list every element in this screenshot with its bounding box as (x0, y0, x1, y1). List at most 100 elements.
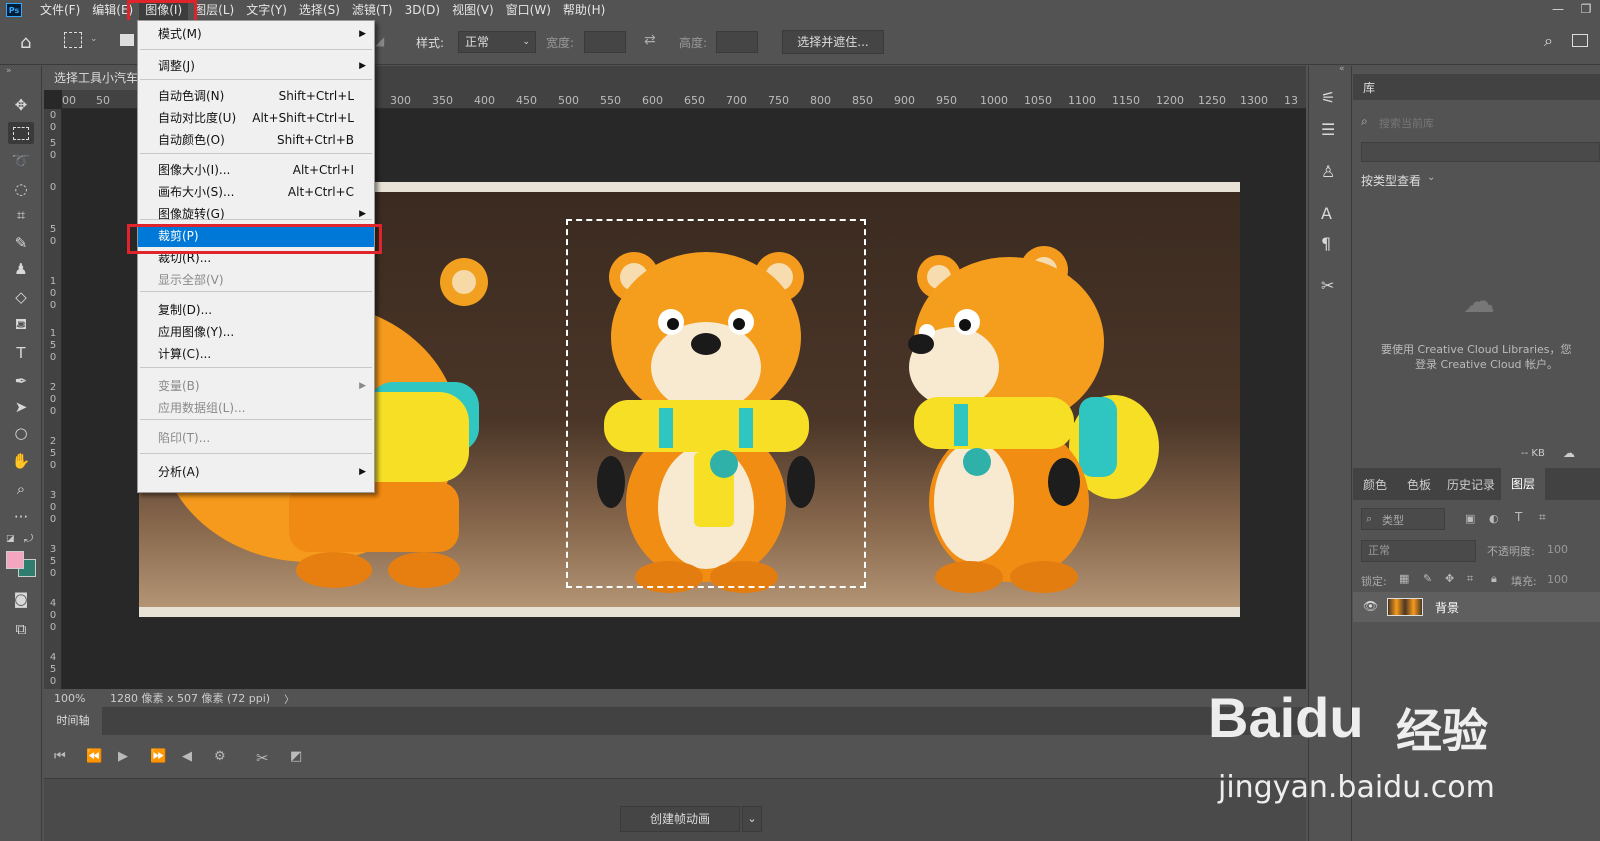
menu-window[interactable]: 窗口(W) (500, 0, 557, 20)
swap-colors-icon[interactable]: ⤾ (24, 532, 33, 546)
menu-help[interactable]: 帮助(H) (557, 0, 611, 20)
workspace-icon[interactable] (1572, 34, 1588, 47)
chevron-down-icon[interactable]: ⌄ (90, 34, 98, 44)
tab-swatches[interactable]: 色板 (1407, 476, 1431, 493)
timeline-tab[interactable]: 时间轴 (44, 707, 102, 735)
layer-filter-select[interactable]: ⌕ 类型 (1361, 508, 1445, 530)
width-field[interactable] (584, 31, 626, 53)
select-and-mask-button[interactable]: 选择并遮住... (782, 30, 884, 54)
chevron-down-icon[interactable]: ⌄ (1427, 172, 1435, 183)
character-icon[interactable]: A (1321, 204, 1332, 223)
lock-brush-icon[interactable]: ✎ (1423, 572, 1432, 585)
menu-select[interactable]: 选择(S) (293, 0, 346, 20)
layer-row[interactable]: 👁︎ 背景 (1353, 592, 1600, 622)
new-selection-icon[interactable] (120, 34, 134, 46)
move-tool-icon[interactable]: ✥ (8, 94, 34, 116)
brush-tool-icon[interactable]: ✎ (8, 232, 34, 254)
quick-mask-icon[interactable]: ◙ (8, 588, 34, 610)
chevron-down-icon[interactable]: ⌄ (742, 806, 762, 832)
path-select-tool-icon[interactable]: ➤ (8, 396, 34, 418)
search-icon[interactable]: ⌕ (1544, 31, 1553, 51)
zoom-level[interactable]: 100% (54, 692, 102, 705)
lock-move-icon[interactable]: ✥ (1445, 572, 1454, 585)
more-tools-icon[interactable]: ··· (8, 506, 34, 528)
menu-item[interactable]: 复制(D)... (138, 299, 374, 321)
paragraph-icon[interactable]: ¶ (1321, 234, 1331, 253)
transition-icon[interactable]: ◩ (290, 749, 302, 764)
menu-file[interactable]: 文件(F) (34, 0, 86, 20)
lock-all-icon[interactable]: 🔒︎ (1491, 572, 1497, 586)
first-frame-icon[interactable]: ⏮ (54, 749, 66, 764)
library-select[interactable] (1361, 142, 1600, 162)
prev-frame-icon[interactable]: ⏪ (86, 749, 102, 764)
tools-icon[interactable]: ✂ (1321, 276, 1334, 295)
type-filter-icon[interactable]: T (1515, 510, 1522, 524)
collapse-icon[interactable]: « (1339, 64, 1345, 74)
visibility-eye-icon[interactable]: 👁︎ (1363, 599, 1378, 613)
menu-item[interactable]: 图像大小(I)... Alt+Ctrl+I (138, 159, 374, 181)
image-filter-icon[interactable]: ▣ (1465, 512, 1475, 525)
hand-tool-icon[interactable]: ✋ (8, 450, 34, 472)
crop-tool-icon[interactable]: ⌗ (8, 204, 34, 226)
library-tab[interactable]: 库 (1363, 79, 1375, 96)
style-select[interactable]: 正常 ⌄ (458, 31, 536, 53)
type-tool-icon[interactable]: T (8, 342, 34, 364)
menu-3d[interactable]: 3D(D) (399, 0, 446, 20)
adjustments-icon[interactable]: ☰ (1321, 120, 1335, 139)
foreground-color-swatch[interactable] (6, 551, 24, 569)
lock-transparent-icon[interactable]: ▦ (1399, 572, 1409, 585)
screen-mode-icon[interactable]: ⧉ (8, 618, 34, 640)
fill-value[interactable]: 100 (1547, 573, 1568, 586)
stamp-tool-icon[interactable]: ♟ (8, 258, 34, 280)
tab-history[interactable]: 历史记录 (1447, 476, 1495, 493)
ellipse-tool-icon[interactable]: ○ (8, 422, 34, 444)
menu-item[interactable]: 画布大小(S)... Alt+Ctrl+C (138, 181, 374, 203)
paint-bucket-icon[interactable]: ⛾ (8, 314, 34, 336)
rect-marquee-icon[interactable] (64, 32, 82, 48)
tab-color[interactable]: 颜色 (1363, 476, 1387, 493)
collapse-icon[interactable]: » (6, 66, 12, 76)
clone-source-icon[interactable]: ♙ (1321, 162, 1335, 181)
next-frame-icon[interactable]: ⏩ (150, 749, 166, 764)
default-colors-icon[interactable]: ◪ (6, 534, 15, 544)
scissors-icon[interactable]: ✂ (256, 749, 269, 767)
minimize-icon[interactable]: — (1544, 0, 1572, 20)
lock-artboard-icon[interactable]: ⌗ (1467, 572, 1473, 586)
menu-item[interactable]: 自动色调(N) Shift+Ctrl+L (138, 85, 374, 107)
menu-item[interactable]: 图像旋转(G) ▶ (138, 203, 374, 225)
selection-marquee[interactable] (566, 219, 866, 588)
swap-icon[interactable]: ⇄ (644, 32, 656, 48)
brush-settings-icon[interactable]: ⚟ (1321, 88, 1335, 107)
marquee-tool-icon[interactable] (8, 122, 34, 144)
lasso-tool-icon[interactable]: ➰ (8, 150, 34, 172)
quick-select-tool-icon[interactable]: ◌ (8, 178, 34, 200)
zoom-tool-icon[interactable]: ⌕ (8, 478, 34, 500)
menu-view[interactable]: 视图(V) (446, 0, 500, 20)
menu-filter[interactable]: 滤镜(T) (346, 0, 399, 20)
layer-name[interactable]: 背景 (1435, 599, 1459, 616)
view-by-type[interactable]: 按类型查看 (1361, 172, 1421, 189)
tab-layers[interactable]: 图层 (1501, 468, 1545, 500)
height-field[interactable] (716, 31, 758, 53)
library-search-input[interactable]: 搜索当前库 (1379, 115, 1434, 131)
audio-icon[interactable]: ◀ (182, 749, 192, 764)
adjustment-filter-icon[interactable]: ◐ (1489, 512, 1499, 525)
menu-item[interactable]: 分析(A) ▶ (138, 461, 374, 483)
menu-item[interactable]: 模式(M) ▶ (138, 23, 374, 45)
opacity-value[interactable]: 100 (1547, 543, 1568, 556)
settings-gear-icon[interactable]: ⚙ (214, 749, 226, 764)
create-frame-animation-button[interactable]: 创建帧动画 (620, 806, 740, 832)
menu-item[interactable]: 自动对比度(U) Alt+Shift+Ctrl+L (138, 107, 374, 129)
shape-filter-icon[interactable]: ⌗ (1539, 510, 1546, 525)
menu-item[interactable]: 调整(J) ▶ (138, 55, 374, 77)
restore-icon[interactable]: ❐ (1572, 0, 1600, 20)
menu-item[interactable]: 自动颜色(O) Shift+Ctrl+B (138, 129, 374, 151)
eraser-tool-icon[interactable]: ◇ (8, 286, 34, 308)
menu-item[interactable]: 计算(C)... (138, 343, 374, 365)
blend-mode-select[interactable]: 正常 (1361, 540, 1476, 562)
home-icon[interactable]: ⌂ (20, 32, 31, 53)
play-icon[interactable]: ▶ (118, 749, 128, 764)
pen-tool-icon[interactable]: ✒ (8, 370, 34, 392)
menu-item[interactable]: 应用图像(Y)... (138, 321, 374, 343)
status-menu-arrow[interactable]: 〉 (284, 691, 294, 706)
